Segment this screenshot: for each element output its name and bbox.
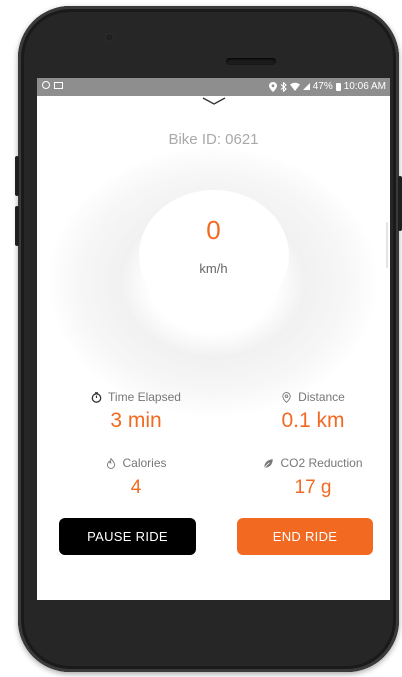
distance-label: Distance xyxy=(298,390,345,404)
speed-value: 0 xyxy=(206,215,221,245)
end-ride-button[interactable]: END RIDE xyxy=(237,518,373,555)
location-icon xyxy=(268,81,277,92)
speed-unit: km/h xyxy=(199,261,228,276)
co2-reduction-stat: CO2 Reduction 17 g xyxy=(233,456,390,499)
calories-stat: Calories 4 xyxy=(56,456,216,499)
leaf-icon xyxy=(263,458,274,469)
pause-ride-button[interactable]: PAUSE RIDE xyxy=(59,518,196,555)
calories-label: Calories xyxy=(122,456,167,470)
speedometer-dial xyxy=(139,190,289,320)
chevron-down-icon[interactable] xyxy=(202,97,226,105)
signal-icon xyxy=(302,83,310,90)
distance-stat: Distance 0.1 km xyxy=(233,390,390,433)
time-elapsed-label: Time Elapsed xyxy=(108,390,181,404)
navigation-bar xyxy=(37,600,390,620)
front-camera xyxy=(106,34,113,41)
battery-percent: 47% xyxy=(312,81,333,92)
calories-value: 4 xyxy=(130,477,142,498)
scrollbar[interactable] xyxy=(386,222,388,268)
power-button xyxy=(398,176,402,231)
wifi-icon xyxy=(289,82,300,91)
co2-reduction-label: CO2 Reduction xyxy=(280,456,363,470)
earpiece-speaker xyxy=(226,58,276,65)
time-elapsed-stat: Time Elapsed 3 min xyxy=(56,390,216,433)
location-pin-icon xyxy=(281,391,292,403)
stopwatch-icon xyxy=(91,391,102,403)
battery-icon xyxy=(335,82,341,91)
status-bar: 47% 10:06 AM xyxy=(37,78,390,96)
image-notification-icon xyxy=(54,81,63,89)
volume-button xyxy=(15,156,19,196)
bike-id-label: Bike ID: 0621 xyxy=(168,131,259,148)
app-screen: 47% 10:06 AM Bike ID: 0621 0 km/h Time E… xyxy=(37,78,390,600)
co2-reduction-value: 17 g xyxy=(294,477,332,498)
volume-button xyxy=(15,206,19,246)
time-elapsed-value: 3 min xyxy=(110,409,162,432)
clock: 10:06 AM xyxy=(343,81,386,92)
bluetooth-icon xyxy=(280,81,287,92)
distance-value: 0.1 km xyxy=(281,409,345,432)
flame-icon xyxy=(105,457,116,469)
sync-icon xyxy=(42,81,50,89)
